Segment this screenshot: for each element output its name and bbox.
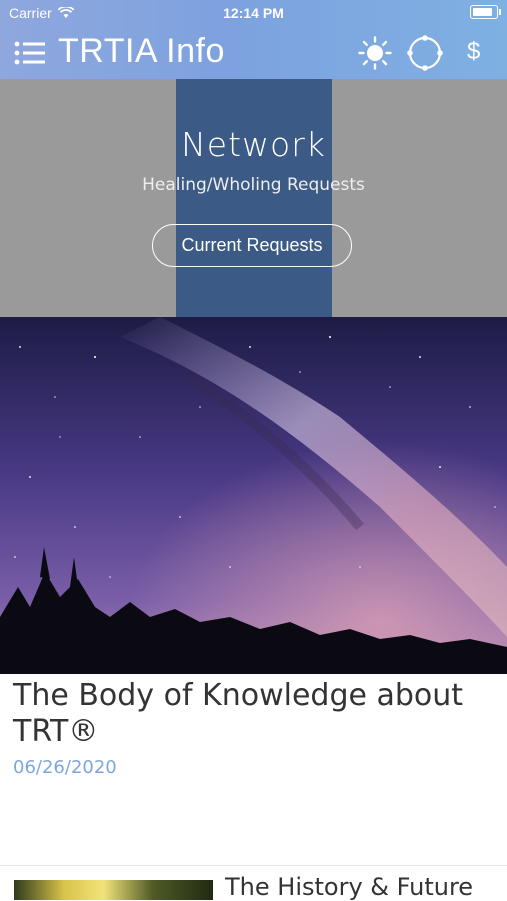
status-bar: Carrier 12:14 PM xyxy=(0,0,507,26)
status-time: 12:14 PM xyxy=(223,5,284,21)
banner-accent-band xyxy=(176,79,332,317)
article-title[interactable]: The Body of Knowledge about TRT® xyxy=(13,678,473,750)
list-divider xyxy=(0,865,507,866)
next-article-title[interactable]: The History & Future xyxy=(225,873,473,901)
nav-bar: TRTIA Info $ xyxy=(0,26,507,79)
battery-fill xyxy=(473,8,492,16)
app-header: Carrier 12:14 PM TRTIA Info $ xyxy=(0,0,507,79)
current-requests-button[interactable]: Current Requests xyxy=(152,224,352,267)
battery-icon xyxy=(470,5,501,19)
menu-list-icon[interactable] xyxy=(14,39,46,67)
banner-subtitle: Healing/Wholing Requests xyxy=(142,175,365,195)
sun-icon[interactable] xyxy=(358,36,392,70)
app-title: TRTIA Info xyxy=(58,32,225,70)
circle-icon[interactable] xyxy=(407,35,443,71)
next-article-thumbnail[interactable] xyxy=(14,880,213,900)
dollar-icon[interactable]: $ xyxy=(467,38,480,66)
banner-title: Network xyxy=(181,125,326,164)
article-date: 06/26/2020 xyxy=(13,757,117,778)
network-banner: Network Healing/Wholing Requests Current… xyxy=(0,79,507,317)
milky-way-image[interactable] xyxy=(0,317,507,674)
